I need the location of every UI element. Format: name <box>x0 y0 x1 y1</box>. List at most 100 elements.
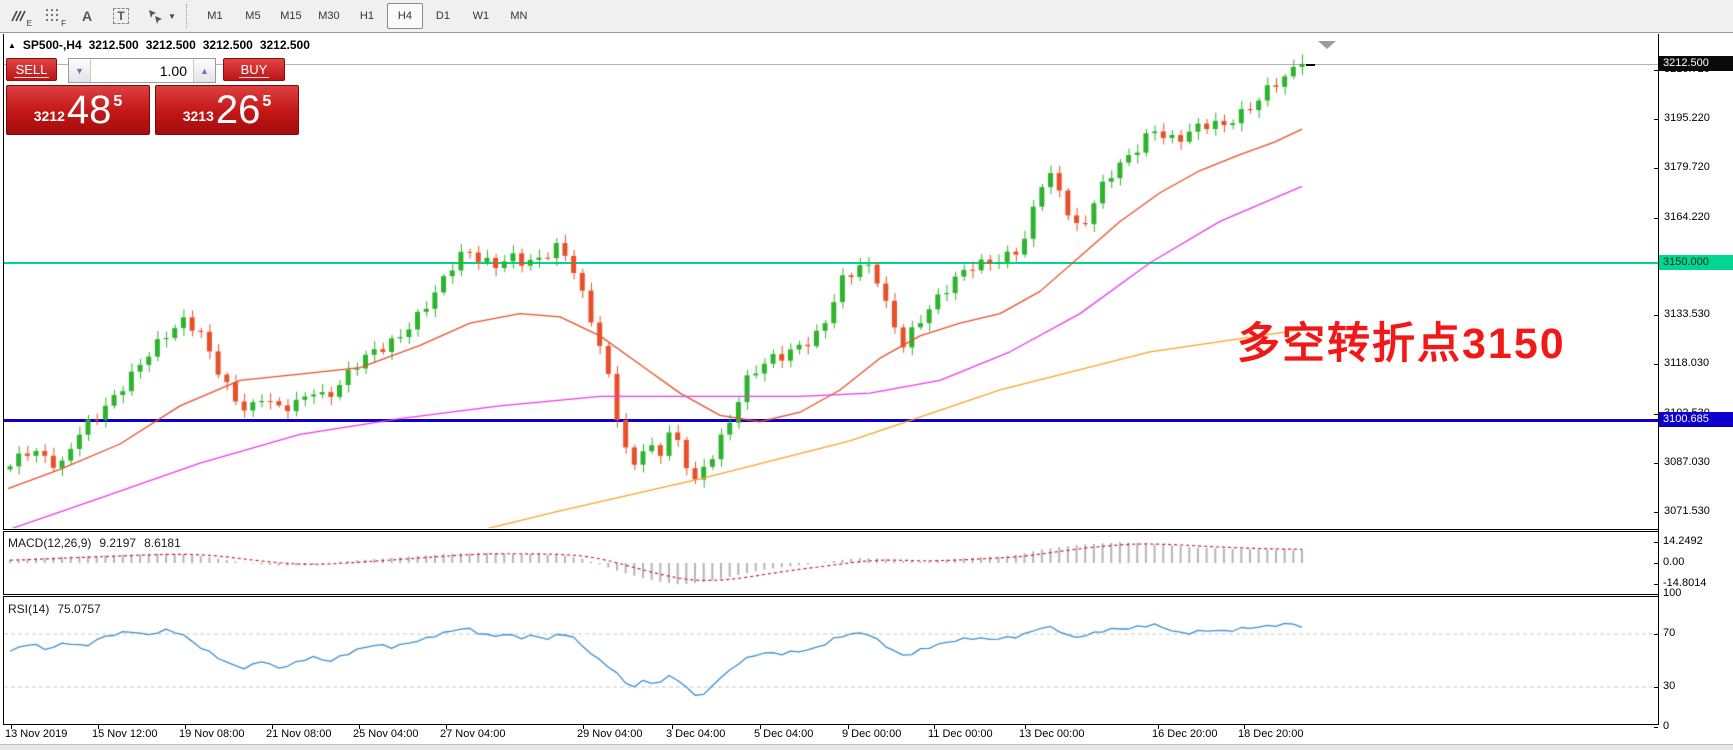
time-axis-label: 5 Dec 04:00 <box>754 728 813 740</box>
axis-tick <box>1654 542 1658 543</box>
axis-tick <box>1654 364 1658 365</box>
volume-input[interactable] <box>91 59 193 82</box>
buy-price-base: 3213 <box>183 108 214 124</box>
support-line-badge: 3100.685 <box>1659 412 1733 427</box>
axis-tick <box>1654 168 1658 169</box>
buy-price-button[interactable]: 3213 26 5 <box>155 85 299 135</box>
price-axis-label: 3195.220 <box>1664 112 1710 124</box>
timeframe-button-m30[interactable]: M30 <box>311 3 347 29</box>
rsi-axis-label: 0 <box>1663 720 1669 732</box>
icon-sub-f: F <box>61 19 66 28</box>
buy-price-big: 26 <box>216 90 261 130</box>
icon-sub-e: E <box>27 19 32 28</box>
collapse-arrow-icon[interactable]: ▲ <box>8 41 16 50</box>
volume-stepper: ▼ ▲ <box>68 58 216 83</box>
chart-shift-marker-icon <box>1318 41 1336 49</box>
chart-area: ▲ SP500-,H4 3212.500 3212.500 3212.500 3… <box>0 33 1733 750</box>
chart-style-icon[interactable]: E <box>4 3 34 29</box>
axis-tick <box>1654 70 1658 71</box>
timeframe-button-mn[interactable]: MN <box>501 3 537 29</box>
timeframe-button-group: M1M5M15M30H1H4D1W1MN <box>196 3 538 29</box>
sell-button[interactable]: SELL <box>6 58 57 81</box>
axis-tick <box>1654 218 1658 219</box>
timeframe-button-m1[interactable]: M1 <box>197 3 233 29</box>
axis-tick <box>1654 463 1658 464</box>
timeframe-button-d1[interactable]: D1 <box>425 3 461 29</box>
macd-axis-label: 14.2492 <box>1663 535 1703 547</box>
macd-name: MACD(12,26,9) <box>8 536 91 550</box>
time-axis-label: 18 Dec 20:00 <box>1238 728 1303 740</box>
rsi-axis-label: 100 <box>1663 587 1681 599</box>
price-axis-label: 3179.720 <box>1664 161 1710 173</box>
timeframe-button-w1[interactable]: W1 <box>463 3 499 29</box>
axis-tick <box>1654 727 1658 728</box>
axis-tick <box>1654 315 1658 316</box>
time-axis-label: 13 Dec 00:00 <box>1019 728 1084 740</box>
toolbar-separator <box>186 4 188 28</box>
sell-price-pip: 5 <box>113 93 122 111</box>
resistance-line-badge: 3150.000 <box>1659 255 1733 270</box>
price-axis-label: 3118.030 <box>1664 357 1709 369</box>
current-price-line-badge: 3212.500 <box>1659 56 1733 71</box>
macd-main-value: 9.2197 <box>99 536 136 550</box>
rsi-current-value: 75.0757 <box>57 602 100 616</box>
timeframe-button-h1[interactable]: H1 <box>349 3 385 29</box>
rsi-label-row: RSI(14) 75.0757 <box>8 602 101 616</box>
timeframe-button-m5[interactable]: M5 <box>235 3 271 29</box>
timeframe-button-h4[interactable]: H4 <box>387 3 423 29</box>
one-click-trade-panel: SELL ▼ ▲ BUY 3212 48 5 3213 26 <box>6 58 299 135</box>
time-axis-label: 25 Nov 04:00 <box>353 728 418 740</box>
price-axis-label: 3087.030 <box>1664 456 1710 468</box>
price-axis-border <box>1658 34 1659 725</box>
sell-price-button[interactable]: 3212 48 5 <box>6 85 150 135</box>
time-axis-label: 15 Nov 12:00 <box>92 728 157 740</box>
time-axis-label: 3 Dec 04:00 <box>666 728 725 740</box>
axis-tick <box>1654 594 1658 595</box>
price-chart-canvas[interactable] <box>0 33 1733 750</box>
price-close: 3212.500 <box>260 38 310 52</box>
sell-price-base: 3212 <box>34 108 65 124</box>
rsi-name: RSI(14) <box>8 602 49 616</box>
time-axis-label: 13 Nov 2019 <box>5 728 67 740</box>
time-axis-label: 11 Dec 00:00 <box>928 728 993 740</box>
axis-tick <box>1654 687 1658 688</box>
arrow-styles-icon[interactable] <box>140 3 170 29</box>
price-open: 3212.500 <box>89 38 139 52</box>
rsi-axis-label: 70 <box>1663 627 1675 639</box>
volume-decrease-button[interactable]: ▼ <box>69 59 91 82</box>
buy-button[interactable]: BUY <box>223 58 285 81</box>
symbol-timeframe: SP500-,H4 <box>23 38 82 52</box>
volume-increase-button[interactable]: ▲ <box>193 59 215 82</box>
time-axis-label: 27 Nov 04:00 <box>440 728 505 740</box>
axis-tick <box>1654 563 1658 564</box>
axis-tick <box>1654 634 1658 635</box>
price-axis-label: 3164.220 <box>1664 211 1710 223</box>
macd-label-row: MACD(12,26,9) 9.2197 8.6181 <box>8 536 181 550</box>
time-axis-label: 21 Nov 08:00 <box>266 728 331 740</box>
last-price-dash <box>1306 64 1315 66</box>
terminal-window: E F A T ▼ M1M5M15M30H1H4D1W1MN <box>0 0 1733 750</box>
bottom-strip <box>0 744 1733 750</box>
macd-signal-value: 8.6181 <box>144 536 181 550</box>
price-axis-label: 3071.530 <box>1664 505 1710 517</box>
grid-icon[interactable]: F <box>38 3 68 29</box>
time-axis-label: 16 Dec 20:00 <box>1152 728 1217 740</box>
chart-text-annotation[interactable]: 多空转折点3150 <box>1237 309 1566 371</box>
axis-tick <box>1654 414 1658 415</box>
rsi-axis-label: 30 <box>1663 680 1675 692</box>
price-high: 3212.500 <box>146 38 196 52</box>
sell-price-big: 48 <box>67 90 112 130</box>
time-axis-label: 29 Nov 04:00 <box>577 728 642 740</box>
price-low: 3212.500 <box>203 38 253 52</box>
axis-tick <box>1654 512 1658 513</box>
text-label-icon[interactable]: A <box>72 3 102 29</box>
text-box-icon[interactable]: T <box>106 3 136 29</box>
buy-price-pip: 5 <box>262 93 271 111</box>
timeframe-button-m15[interactable]: M15 <box>273 3 309 29</box>
time-axis-label: 19 Nov 08:00 <box>179 728 244 740</box>
ohlc-header: ▲ SP500-,H4 3212.500 3212.500 3212.500 3… <box>8 38 310 52</box>
price-axis-label: 3133.530 <box>1664 308 1710 320</box>
axis-tick <box>1654 119 1658 120</box>
toolbar: E F A T ▼ M1M5M15M30H1H4D1W1MN <box>0 0 1733 33</box>
macd-axis-label: 0.00 <box>1663 556 1684 568</box>
